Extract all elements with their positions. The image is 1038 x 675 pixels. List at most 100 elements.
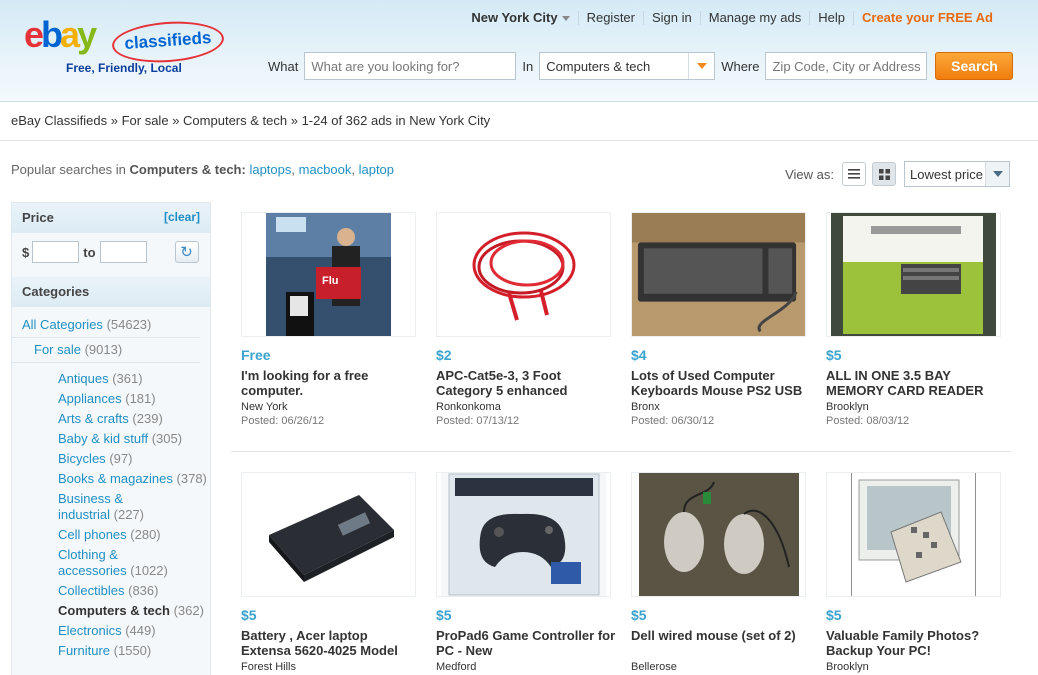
listing-card[interactable]: $5 Valuable Family Photos? Backup Your P… [826,472,1006,673]
category-electronics[interactable]: Electronics (449) [12,621,210,641]
header-divider [0,140,1038,141]
popular-term-macbook[interactable]: macbook [299,162,352,177]
listing-thumbnail[interactable] [631,212,806,337]
category-select[interactable]: Computers & tech [539,52,716,80]
listing-thumbnail[interactable] [241,472,416,597]
breadcrumb-computers[interactable]: Computers & tech [183,113,287,128]
list-view-button[interactable] [842,162,866,186]
listing-card[interactable]: $5 ProPad6 Game Controller for PC - New … [436,472,616,673]
listing-price: Free [241,347,271,363]
listing-location: Bronx [631,401,660,413]
min-price-input[interactable] [32,241,80,263]
listing-title[interactable]: ProPad6 Game Controller for PC - New [436,628,616,658]
listing-price: $5 [241,607,257,623]
search-button[interactable]: Search [935,52,1014,80]
listing-thumbnail[interactable]: Flu [241,212,416,337]
listing-title[interactable]: Dell wired mouse (set of 2) [631,628,811,658]
apply-price-button[interactable]: ↻ [174,241,199,263]
top-navigation: New York City Register Sign in Manage my… [463,11,1001,25]
category-baby-kid[interactable]: Baby & kid stuff (305) [12,429,210,449]
category-bicycles[interactable]: Bicycles (97) [12,449,210,469]
svg-text:Flu: Flu [322,275,339,287]
help-link[interactable]: Help [809,11,853,25]
ebay-classifieds-logo[interactable]: ebay classifieds Free, Friendly, Local [24,14,229,76]
listing-row-divider [231,451,1011,452]
category-business[interactable]: Business & industrial (227) [12,489,210,525]
listing-location: Bellerose [631,661,677,673]
photo-game-controller [441,473,606,596]
listing-price: $5 [631,607,647,623]
category-arts-crafts[interactable]: Arts & crafts (239) [12,409,210,429]
search-bar: What In Computers & tech Where Search [268,52,1014,80]
listing-price: $4 [631,347,647,363]
manage-ads-link[interactable]: Manage my ads [699,11,810,25]
where-label: Where [721,58,760,74]
category-appliances[interactable]: Appliances (181) [12,389,210,409]
listing-title[interactable]: ALL IN ONE 3.5 BAY MEMORY CARD READER [826,368,1006,398]
view-as-label: View as: [785,166,834,182]
category-furniture[interactable]: Furniture (1550) [12,641,210,661]
photo-network-cable [448,214,599,335]
category-select-value: Computers & tech [546,58,651,74]
category-collectibles[interactable]: Collectibles (836) [12,581,210,601]
chevron-down-icon [561,16,570,22]
listing-card[interactable]: $5 ALL IN ONE 3.5 BAY MEMORY CARD READER… [826,212,1006,427]
chevron-down-icon [985,162,1009,186]
popular-term-laptops[interactable]: laptops [249,162,291,177]
listing-title[interactable]: Lots of Used Computer Keyboards Mouse PS… [631,368,811,398]
popular-term-laptop[interactable]: laptop [359,162,394,177]
listing-card[interactable]: $5 Battery , Acer laptop Extensa 5620-40… [241,472,421,673]
category-for-sale[interactable]: For sale (9013) [12,338,200,363]
listing-thumbnail[interactable] [631,472,806,597]
clear-price-link[interactable]: [clear] [164,210,200,226]
listing-title[interactable]: Valuable Family Photos? Backup Your PC! [826,628,1006,658]
listing-price: $5 [436,607,452,623]
where-input[interactable] [765,52,928,80]
max-price-input[interactable] [99,241,147,263]
register-link[interactable]: Register [577,11,643,25]
categories-header: Categories [12,277,210,307]
what-label: What [268,58,299,74]
listing-posted-date: Posted: 07/13/12 [436,415,520,427]
photo-wired-mice [638,473,799,596]
listing-thumbnail[interactable] [436,212,611,337]
grid-icon [878,168,890,180]
in-label: In [522,58,534,74]
listing-card[interactable]: $2 APC-Cat5e-3, 3 Foot Category 5 enhanc… [436,212,616,427]
listing-card[interactable]: Flu Free I'm looking for a free computer… [241,212,421,427]
results-summary: 1-24 of 362 ads in New York City [301,113,491,128]
listing-thumbnail[interactable] [826,212,1001,337]
what-input[interactable] [304,52,517,80]
price-range: $ to ↻ [12,233,210,277]
filter-sidebar: Price [clear] $ to ↻ Categories All Cate… [11,202,211,675]
photo-keyboard [632,213,805,336]
classifieds-badge: classifieds [110,18,226,66]
breadcrumb: eBay Classifieds » For sale » Computers … [11,113,491,128]
listing-thumbnail[interactable] [826,472,1001,597]
listing-price: $2 [436,347,452,363]
category-antiques[interactable]: Antiques (361) [12,369,210,389]
listing-title[interactable]: I'm looking for a free computer. [241,368,421,398]
site-header: ebay classifieds Free, Friendly, Local N… [0,0,1038,102]
category-computers-tech[interactable]: Computers & tech (362) [12,601,210,621]
listing-title[interactable]: Battery , Acer laptop Extensa 5620-4025 … [241,628,421,658]
sort-select-value: Lowest price [910,166,983,182]
create-ad-link[interactable]: Create your FREE Ad [853,11,1001,25]
listing-thumbnail[interactable] [436,472,611,597]
breadcrumb-root[interactable]: eBay Classifieds [11,113,107,128]
listing-title[interactable]: APC-Cat5e-3, 3 Foot Category 5 enhanced [436,368,616,398]
breadcrumb-for-sale[interactable]: For sale [122,113,169,128]
sort-select[interactable]: Lowest price [904,161,1010,187]
popular-searches: Popular searches in Computers & tech: la… [11,162,395,177]
category-clothing[interactable]: Clothing & accessories (1022) [12,545,210,581]
signin-link[interactable]: Sign in [643,11,700,25]
category-all[interactable]: All Categories (54623) [12,307,200,338]
grid-view-button[interactable] [872,162,896,186]
category-cell-phones[interactable]: Cell phones (280) [12,525,210,545]
listing-card[interactable]: $5 Dell wired mouse (set of 2) Bellerose [631,472,811,673]
listing-posted-date: Posted: 06/30/12 [631,415,715,427]
category-books[interactable]: Books & magazines (378) [12,469,210,489]
listing-card[interactable]: $4 Lots of Used Computer Keyboards Mouse… [631,212,811,427]
city-selector[interactable]: New York City [463,11,577,25]
listing-location: Brooklyn [826,401,869,413]
